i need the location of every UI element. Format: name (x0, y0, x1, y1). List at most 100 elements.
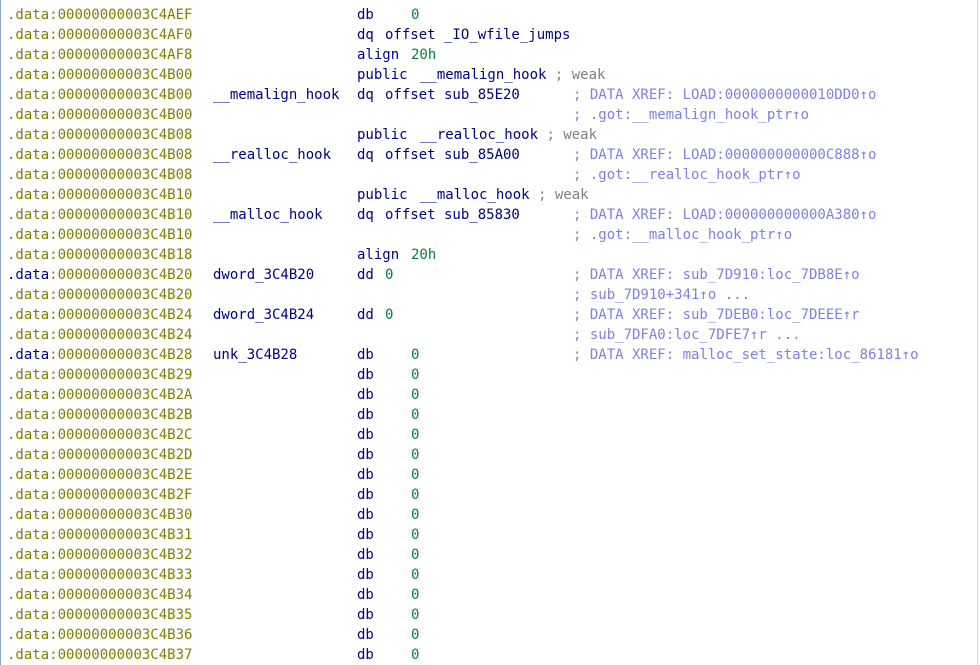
operand[interactable]: offset sub_85A00 (385, 145, 520, 165)
line-address[interactable]: .data:00000000003C4B24 (7, 305, 192, 325)
line-address[interactable]: .data:00000000003C4B2F (7, 485, 192, 505)
listing-line[interactable]: .data:00000000003C4B28 unk_3C4B28 db 0 ; DAT… (1, 345, 977, 365)
symbol-label[interactable]: __memalign_hook (213, 85, 339, 105)
listing-line[interactable]: .data:00000000003C4B24 ; sub_7DFA0:loc_7D… (1, 325, 977, 345)
line-address[interactable]: .data:00000000003C4AEF (7, 5, 192, 25)
symbol-label[interactable]: __malloc_hook (213, 205, 323, 225)
line-address[interactable]: .data:00000000003C4AF8 (7, 45, 192, 65)
line-address[interactable]: .data:00000000003C4B36 (7, 625, 192, 645)
operand[interactable]: 0 (411, 425, 419, 445)
mnemonic[interactable]: public (357, 125, 408, 145)
xref-comment[interactable]: ; DATA XREF: sub_7DEB0:loc_7DEEE↑r (573, 305, 860, 325)
mnemonic[interactable]: db (357, 425, 374, 445)
operand[interactable]: 0 (411, 5, 419, 25)
operand[interactable]: 0 (411, 565, 419, 585)
mnemonic[interactable]: dq (357, 25, 374, 45)
operand[interactable]: 0 (411, 505, 419, 525)
listing-line[interactable]: .data:00000000003C4B30 db 0 (1, 505, 977, 525)
mnemonic[interactable]: db (357, 645, 374, 665)
mnemonic[interactable]: db (357, 625, 374, 645)
listing-line[interactable]: .data:00000000003C4AF0 dq offset _IO_wfile… (1, 25, 977, 45)
operand[interactable]: __memalign_hook ; weak (420, 65, 605, 85)
mnemonic[interactable]: db (357, 405, 374, 425)
listing-line[interactable]: .data:00000000003C4B33 db 0 (1, 565, 977, 585)
operand[interactable]: 0 (411, 645, 419, 665)
xref-comment[interactable]: ; DATA XREF: LOAD:000000000000C888↑o (573, 145, 876, 165)
line-address[interactable]: .data:00000000003C4B08 (7, 165, 192, 185)
line-address[interactable]: .data:00000000003C4B2B (7, 405, 192, 425)
listing-line[interactable]: .data:00000000003C4B24 dword_3C4B24 dd 0 ; D… (1, 305, 977, 325)
mnemonic[interactable]: db (357, 5, 374, 25)
mnemonic[interactable]: db (357, 485, 374, 505)
mnemonic[interactable]: db (357, 465, 374, 485)
line-address[interactable]: .data:00000000003C4B10 (7, 205, 192, 225)
line-address[interactable]: .data:00000000003C4B24 (7, 325, 192, 345)
operand[interactable]: offset _IO_wfile_jumps (385, 25, 570, 45)
listing-line[interactable]: .data:00000000003C4B2D db 0 (1, 445, 977, 465)
line-address[interactable]: .data:00000000003C4B00 (7, 85, 192, 105)
operand[interactable]: 0 (411, 405, 419, 425)
operand[interactable]: 0 (385, 265, 393, 285)
xref-comment[interactable]: ; DATA XREF: sub_7D910:loc_7DB8E↑o (573, 265, 860, 285)
mnemonic[interactable]: db (357, 605, 374, 625)
operand[interactable]: __malloc_hook ; weak (420, 185, 589, 205)
line-address[interactable]: .data:00000000003C4B31 (7, 525, 192, 545)
symbol-label[interactable]: dword_3C4B20 (213, 265, 314, 285)
mnemonic[interactable]: db (357, 365, 374, 385)
mnemonic[interactable]: db (357, 525, 374, 545)
listing-line[interactable]: .data:00000000003C4B2E db 0 (1, 465, 977, 485)
mnemonic[interactable]: db (357, 545, 374, 565)
line-address[interactable]: .data:00000000003C4B20 (7, 285, 192, 305)
operand[interactable]: __realloc_hook ; weak (420, 125, 597, 145)
line-address[interactable]: .data:00000000003C4B32 (7, 545, 192, 565)
xref-comment[interactable]: ; .got:__realloc_hook_ptr↑o (573, 165, 801, 185)
line-address[interactable]: .data:00000000003C4B2D (7, 445, 192, 465)
operand[interactable]: 0 (411, 605, 419, 625)
line-address[interactable]: .data:00000000003C4B2A (7, 385, 192, 405)
line-address[interactable]: .data:00000000003C4B28 (7, 345, 192, 365)
listing-line[interactable]: .data:00000000003C4B2A db 0 (1, 385, 977, 405)
line-address[interactable]: .data:00000000003C4B35 (7, 605, 192, 625)
operand[interactable]: 0 (411, 465, 419, 485)
mnemonic[interactable]: db (357, 345, 374, 365)
listing-line[interactable]: .data:00000000003C4B20 ; sub_7D910+341↑o … (1, 285, 977, 305)
listing-line[interactable]: .data:00000000003C4AEF db 0 (1, 5, 977, 25)
line-address[interactable]: .data:00000000003C4B30 (7, 505, 192, 525)
mnemonic[interactable]: align (357, 245, 399, 265)
listing-line[interactable]: .data:00000000003C4B00 ; .got:__memalign_… (1, 105, 977, 125)
listing-line[interactable]: .data:00000000003C4B37 db 0 (1, 645, 977, 665)
listing-line[interactable]: .data:00000000003C4B10 public __malloc_hoo… (1, 185, 977, 205)
listing-line[interactable]: .data:00000000003C4B20 dword_3C4B20 dd 0 ; D… (1, 265, 977, 285)
listing-line[interactable]: .data:00000000003C4B2B db 0 (1, 405, 977, 425)
listing-line[interactable]: .data:00000000003C4B2C db 0 (1, 425, 977, 445)
mnemonic[interactable]: db (357, 565, 374, 585)
xref-comment[interactable]: ; DATA XREF: LOAD:0000000000010DD0↑o (573, 85, 876, 105)
mnemonic[interactable]: db (357, 385, 374, 405)
listing-line[interactable]: .data:00000000003C4B08 public __realloc_ho… (1, 125, 977, 145)
listing-line[interactable]: .data:00000000003C4B29 db 0 (1, 365, 977, 385)
listing-line[interactable]: .data:00000000003C4B31 db 0 (1, 525, 977, 545)
listing-line[interactable]: .data:00000000003C4B00 __memalign_hook dq o… (1, 85, 977, 105)
xref-comment[interactable]: ; .got:__malloc_hook_ptr↑o (573, 225, 792, 245)
line-address[interactable]: .data:00000000003C4B2E (7, 465, 192, 485)
xref-comment[interactable]: ; .got:__memalign_hook_ptr↑o (573, 105, 809, 125)
operand[interactable]: 0 (411, 485, 419, 505)
operand[interactable]: 0 (411, 345, 419, 365)
listing-line[interactable]: .data:00000000003C4B08 __realloc_hook dq of… (1, 145, 977, 165)
operand[interactable]: 0 (411, 445, 419, 465)
listing-line[interactable]: .data:00000000003C4B00 public __memalign_h… (1, 65, 977, 85)
disassembly-view[interactable]: .data:00000000003C4AEF db 0 .data:000000000… (0, 0, 978, 665)
xref-comment[interactable]: ; sub_7D910+341↑o ... (573, 285, 750, 305)
mnemonic[interactable]: dq (357, 205, 374, 225)
mnemonic[interactable]: dd (357, 265, 374, 285)
line-address[interactable]: .data:00000000003C4B20 (7, 265, 192, 285)
listing-line[interactable]: .data:00000000003C4B32 db 0 (1, 545, 977, 565)
line-address[interactable]: .data:00000000003C4B2C (7, 425, 192, 445)
listing-line[interactable]: .data:00000000003C4B35 db 0 (1, 605, 977, 625)
line-address[interactable]: .data:00000000003C4B29 (7, 365, 192, 385)
line-address[interactable]: .data:00000000003C4B34 (7, 585, 192, 605)
mnemonic[interactable]: dq (357, 145, 374, 165)
line-address[interactable]: .data:00000000003C4B10 (7, 225, 192, 245)
operand[interactable]: 0 (411, 365, 419, 385)
mnemonic[interactable]: dq (357, 85, 374, 105)
